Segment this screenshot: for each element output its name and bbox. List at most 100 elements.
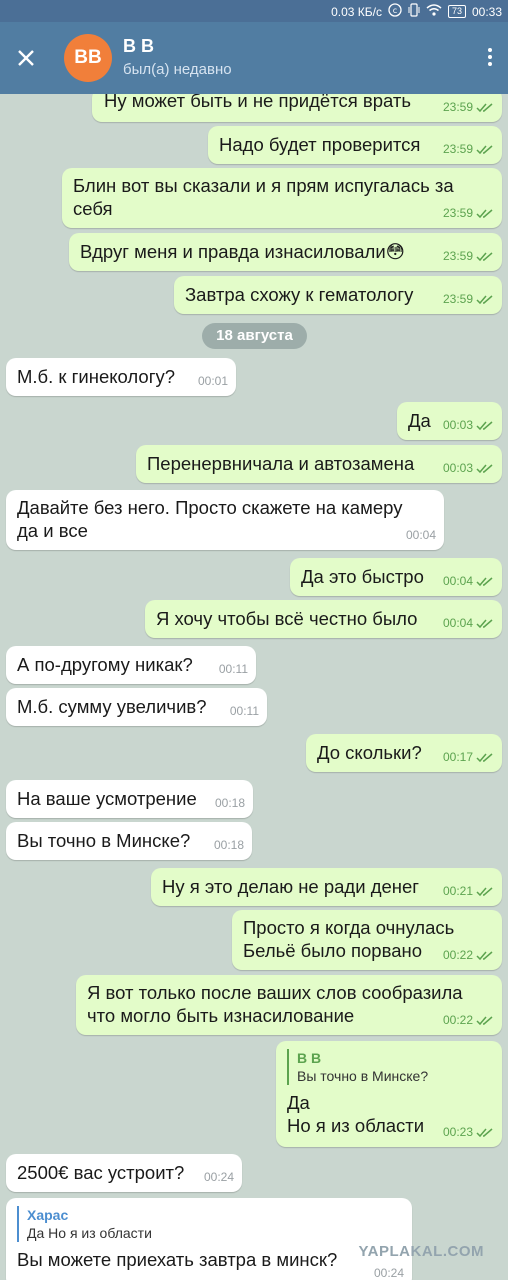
double-check-icon	[476, 752, 493, 762]
watermark: YAPLAKAL.COM	[358, 1243, 484, 1260]
message-time: 23:59	[442, 142, 473, 156]
message-time: 00:21	[442, 884, 473, 898]
double-check-icon	[476, 144, 493, 154]
message-time: 00:11	[218, 662, 248, 676]
double-check-icon	[476, 463, 493, 473]
reply-quote[interactable]: Харас Да Но я из области	[17, 1206, 402, 1242]
message-time: 00:04	[442, 616, 473, 630]
reply-text: Вы точно в Минске?	[297, 1068, 429, 1084]
message-time: 00:03	[442, 461, 473, 475]
sync-icon: c	[388, 3, 402, 20]
clock: 00:33	[471, 4, 502, 19]
vibrate-icon	[408, 3, 420, 20]
reply-message-bubble[interactable]: В В Вы точно в Минске? Да Но я из област…	[276, 1041, 502, 1147]
message-time: 00:24	[373, 1266, 404, 1280]
message-time: 23:59	[442, 100, 473, 114]
message-bubble[interactable]: Да 00:03	[397, 402, 502, 440]
double-check-icon	[476, 618, 493, 628]
message-bubble[interactable]: До скольки? 00:17	[306, 734, 502, 772]
chat-header: BB В В был(а) недавно	[0, 22, 508, 94]
message-text: 2500€ вас устроит?	[17, 1162, 185, 1183]
double-check-icon	[476, 1127, 493, 1137]
message-time: 00:23	[442, 1125, 473, 1139]
message-text: Давайте без него. Просто скажете на каме…	[17, 497, 403, 541]
message-text: Вы точно в Минске?	[17, 830, 191, 851]
message-bubble[interactable]: 2500€ вас устроит? 00:24	[6, 1154, 242, 1192]
date-separator: 18 августа	[202, 323, 307, 349]
reply-author: Харас	[27, 1207, 69, 1223]
message-text: Да это быстро	[301, 566, 424, 587]
message-bubble[interactable]: Перенервничала и автозамена 00:03	[136, 445, 502, 483]
double-check-icon	[476, 1015, 493, 1025]
message-time: 00:04	[442, 574, 473, 588]
message-time: 00:18	[213, 838, 244, 852]
double-check-icon	[476, 420, 493, 430]
more-vert-icon[interactable]	[484, 46, 496, 70]
message-bubble[interactable]: Ну может быть и не придётся врать 23:59	[92, 94, 502, 122]
message-time: 00:17	[442, 750, 473, 764]
message-text: Завтра схожу к гематологу	[185, 284, 414, 305]
message-text: Да	[408, 410, 431, 431]
message-list[interactable]: Ну может быть и не придётся врать 23:59 …	[0, 94, 508, 1280]
message-bubble[interactable]: Я вот только после ваших слов сообразила…	[76, 975, 502, 1035]
message-bubble[interactable]: Я хочу чтобы всё честно было 00:04	[145, 600, 502, 638]
message-bubble[interactable]: А по-другому никак? 00:11	[6, 646, 256, 684]
message-text: Вы можете приехать завтра в минск?	[17, 1249, 338, 1270]
message-text: Ну может быть и не придётся врать	[104, 94, 411, 111]
svg-text:c: c	[393, 6, 397, 15]
message-text: До скольки?	[317, 742, 422, 763]
message-text: М.б. к гинекологу?	[17, 366, 176, 387]
message-bubble[interactable]: М.б. сумму увеличив? 00:11	[6, 688, 267, 726]
double-check-icon	[476, 251, 493, 261]
message-text: Я вот только после ваших слов сообразила…	[87, 982, 463, 1026]
message-time: 23:59	[442, 206, 473, 220]
close-icon[interactable]	[12, 44, 40, 72]
message-bubble[interactable]: Да это быстро 00:04	[290, 558, 502, 596]
message-bubble[interactable]: Надо будет проверится 23:59	[208, 126, 502, 164]
message-time: 23:59	[442, 249, 473, 263]
reply-quote[interactable]: В В Вы точно в Минске?	[287, 1049, 492, 1085]
message-time: 00:03	[442, 418, 473, 432]
message-time: 00:11	[229, 704, 259, 718]
double-check-icon	[476, 886, 493, 896]
message-text: На ваше усмотрение	[17, 788, 197, 809]
reply-text: Да Но я из области	[27, 1225, 152, 1241]
message-text: Ну я это делаю не ради денег	[162, 876, 420, 897]
reply-author: В В	[297, 1050, 322, 1066]
message-text: Вдруг меня и правда изнасиловали😳	[80, 241, 405, 262]
message-bubble[interactable]: Вдруг меня и правда изнасиловали😳 23:59	[69, 233, 502, 271]
network-speed: 0.03 КБ/с	[331, 4, 382, 19]
message-time: 00:22	[442, 948, 473, 962]
message-bubble[interactable]: Завтра схожу к гематологу 23:59	[174, 276, 502, 314]
message-time: 00:24	[203, 1170, 234, 1184]
chat-status: был(а) недавно	[123, 61, 232, 78]
double-check-icon	[476, 102, 493, 112]
message-time: 00:01	[197, 374, 228, 388]
message-text: А по-другому никак?	[17, 654, 193, 675]
message-bubble[interactable]: Давайте без него. Просто скажете на каме…	[6, 490, 444, 550]
message-text: Блин вот вы сказали и я прям испугалась …	[73, 175, 454, 219]
status-bar: 0.03 КБ/с c 73 00:33	[0, 0, 508, 22]
message-bubble[interactable]: Блин вот вы сказали и я прям испугалась …	[62, 168, 502, 228]
double-check-icon	[476, 294, 493, 304]
message-time: 00:04	[405, 528, 436, 542]
message-bubble[interactable]: М.б. к гинекологу? 00:01	[6, 358, 236, 396]
double-check-icon	[476, 576, 493, 586]
message-bubble[interactable]: Вы точно в Минске? 00:18	[6, 822, 252, 860]
avatar[interactable]: BB	[64, 34, 112, 82]
battery-icon: 73	[447, 5, 466, 18]
message-text: М.б. сумму увеличив?	[17, 696, 207, 717]
reply-message-bubble[interactable]: Харас Да Но я из области Вы можете приех…	[6, 1198, 412, 1280]
message-time: 00:22	[442, 1013, 473, 1027]
message-bubble[interactable]: Просто я когда очнулась Бельё было порва…	[232, 910, 502, 970]
message-text: Надо будет проверится	[219, 134, 421, 155]
message-bubble[interactable]: Ну я это делаю не ради денег 00:21	[151, 868, 502, 906]
double-check-icon	[476, 208, 493, 218]
message-bubble[interactable]: На ваше усмотрение 00:18	[6, 780, 253, 818]
message-text: Я хочу чтобы всё честно было	[156, 608, 418, 629]
message-text: Перенервничала и автозамена	[147, 453, 415, 474]
message-time: 23:59	[442, 292, 473, 306]
double-check-icon	[476, 950, 493, 960]
chat-title[interactable]: В В	[123, 36, 154, 57]
wifi-icon	[426, 4, 442, 19]
